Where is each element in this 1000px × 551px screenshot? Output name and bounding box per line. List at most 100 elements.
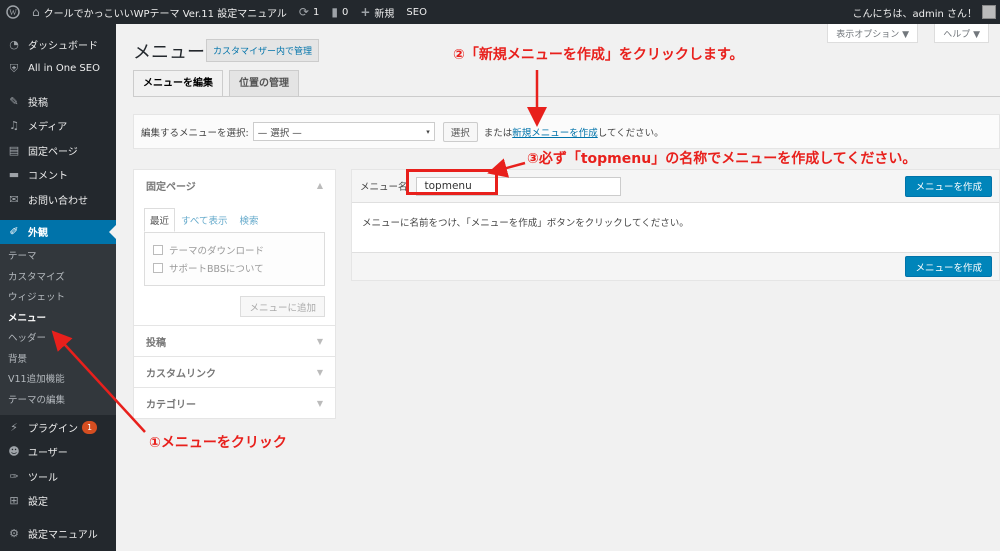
accordion-title: カスタムリンク <box>146 368 216 380</box>
submenu-item-header[interactable]: ヘッダー <box>0 329 116 350</box>
pages-list: テーマのダウンロード サポートBBSについて <box>144 232 325 286</box>
submenu-item-widgets[interactable]: ウィジェット <box>0 288 116 309</box>
tab-manage-locations[interactable]: 位置の管理 <box>229 70 299 96</box>
sidebar-item-posts[interactable]: ✎ 投稿 <box>0 89 116 114</box>
seo-label: SEO <box>406 6 427 18</box>
sidebar-item-label: 設定マニュアル <box>28 529 98 541</box>
sidebar-item-label: 固定ページ <box>28 146 78 158</box>
brush-icon: ✐ <box>9 225 19 239</box>
site-name-link[interactable]: ⌂ クールでかっこいいWPテーマ Ver.11 設定マニュアル <box>26 0 293 24</box>
accordion-title: カテゴリー <box>146 399 196 411</box>
admin-sidebar: ◔ ダッシュボード ⛨ All in One SEO ✎ 投稿 ♫ メディア ▤ 固定ペー… <box>0 24 116 551</box>
submenu-item-customize[interactable]: カスタマイズ <box>0 268 116 289</box>
page-checkbox[interactable] <box>153 263 163 273</box>
sidebar-item-label: プラグイン <box>28 423 78 435</box>
plus-icon: + <box>360 5 371 19</box>
wp-logo-icon[interactable]: W <box>0 0 26 24</box>
chevron-down-icon: ▼ <box>316 367 323 377</box>
submenu-item-themes[interactable]: テーマ <box>0 247 116 268</box>
appearance-submenu: テーマ カスタマイズ ウィジェット メニュー ヘッダー 背景 V11追加機能 テ… <box>0 244 116 415</box>
seo-link[interactable]: SEO <box>400 0 433 24</box>
accordion-title: 投稿 <box>146 337 166 349</box>
sidebar-item-aioseo[interactable]: ⛨ All in One SEO <box>0 57 116 82</box>
sidebar-item-label: ユーザー <box>28 448 68 460</box>
sidebar-item-label: 外観 <box>28 228 48 240</box>
list-item: テーマのダウンロード <box>153 241 316 259</box>
new-menu-link[interactable]: 新規メニューを作成 <box>512 125 598 139</box>
pin-icon: ✎ <box>9 94 19 108</box>
or-text: または <box>483 127 513 139</box>
sidebar-item-pages[interactable]: ▤ 固定ページ <box>0 138 116 163</box>
mail-icon: ✉ <box>9 192 19 206</box>
sidebar-item-users[interactable]: ☻ ユーザー <box>0 440 116 465</box>
tab-view-all[interactable]: すべて表示 <box>175 208 233 232</box>
sidebar-item-label: 設定 <box>28 497 48 509</box>
annotation-step2: ②「新規メニューを作成」をクリックします。 <box>453 47 744 63</box>
select-menu-label: 編集するメニューを選択: <box>141 127 249 139</box>
page-checkbox[interactable] <box>153 245 163 255</box>
nav-tabs: メニューを編集 位置の管理 <box>133 70 305 97</box>
create-menu-button-bottom[interactable]: メニューを作成 <box>905 256 992 277</box>
pages-inner-tabs: 最近 すべて表示 検索 <box>144 208 325 232</box>
updates-link[interactable]: ⟳ 1 <box>293 0 325 24</box>
sidebar-item-settings[interactable]: ⊞ 設定 <box>0 489 116 514</box>
dashboard-icon: ◔ <box>9 37 19 51</box>
sidebar-item-label: ダッシュボード <box>28 40 98 52</box>
avatar <box>982 5 996 19</box>
my-account[interactable]: こんにちは、admin さん！ <box>852 0 996 24</box>
plugin-icon: ⚡ <box>10 420 18 434</box>
wrench-icon: ✑ <box>9 469 19 483</box>
accordion-posts[interactable]: 投稿 ▼ <box>134 325 335 356</box>
sidebar-item-media[interactable]: ♫ メディア <box>0 114 116 139</box>
comment-bubble-icon: ▮ <box>331 5 338 19</box>
pages-panel: 最近 すべて表示 検索 テーマのダウンロード サポートBBSについて メニューに… <box>134 200 335 325</box>
admin-bar: W ⌂ クールでかっこいいWPテーマ Ver.11 設定マニュアル ⟳ 1 ▮ 0 +… <box>0 0 1000 24</box>
help-button[interactable]: ヘルプ ▼ <box>934 24 989 43</box>
menu-name-label: メニュー名 <box>360 182 408 193</box>
suffix-text: してください。 <box>597 127 664 139</box>
annotation-step3: ③必ず「topmenu」の名称でメニューを作成してください。 <box>527 151 917 167</box>
tab-search[interactable]: 検索 <box>233 208 264 232</box>
accordion-pages[interactable]: 固定ページ ▲ <box>134 169 335 200</box>
sidebar-item-comments[interactable]: ▬ コメント <box>0 163 116 188</box>
sidebar-item-contact[interactable]: ✉ お問い合わせ <box>0 187 116 212</box>
update-badge: 1 <box>82 420 98 434</box>
site-name: クールでかっこいいWPテーマ Ver.11 設定マニュアル <box>43 8 287 20</box>
sidebar-item-tools[interactable]: ✑ ツール <box>0 464 116 489</box>
comments-link[interactable]: ▮ 0 <box>325 0 354 24</box>
sidebar-item-appearance[interactable]: ✐ 外観 <box>0 219 116 244</box>
add-to-menu-button[interactable]: メニューに追加 <box>240 296 325 317</box>
tab-recent[interactable]: 最近 <box>144 208 176 232</box>
menu-select[interactable]: — 選択 — ▾ <box>252 122 435 141</box>
updates-count: 1 <box>312 6 320 18</box>
submenu-item-menus[interactable]: メニュー <box>0 309 116 330</box>
comment-icon: ▬ <box>8 168 20 182</box>
comments-count: 0 <box>341 6 349 18</box>
customizer-link[interactable]: カスタマイザー内で管理 <box>206 39 320 62</box>
svg-text:W: W <box>9 8 17 17</box>
chevron-down-icon: ▼ <box>316 398 323 408</box>
media-icon: ♫ <box>9 119 19 133</box>
tab-edit-menus[interactable]: メニューを編集 <box>133 70 223 97</box>
page-label: テーマのダウンロード <box>169 246 265 257</box>
submenu-item-theme-editor[interactable]: テーマの編集 <box>0 391 116 412</box>
refresh-icon: ⟳ <box>298 5 309 19</box>
accordion-custom-links[interactable]: カスタムリンク ▼ <box>134 356 335 387</box>
new-label: 新規 <box>374 8 395 20</box>
sidebar-item-label: お問い合わせ <box>28 195 88 207</box>
add-menu-items-panel: 固定ページ ▲ 最近 すべて表示 検索 テーマのダウンロード サポートBBSについ… <box>133 169 336 419</box>
manage-menus-box: 編集するメニューを選択: — 選択 — ▾ 選択 または 新規メニューを作成 して… <box>133 114 1000 149</box>
create-menu-button[interactable]: メニューを作成 <box>905 175 992 197</box>
screen-options-button[interactable]: 表示オプション ▼ <box>827 24 918 43</box>
select-button[interactable]: 選択 <box>442 121 478 142</box>
new-content-link[interactable]: + 新規 <box>354 0 400 24</box>
sidebar-item-manual[interactable]: ⚙ 設定マニュアル <box>0 521 116 546</box>
page-title: メニュー <box>133 42 205 62</box>
sidebar-item-label: コメント <box>28 171 68 183</box>
greeting: こんにちは、admin さん！ <box>852 8 977 20</box>
sidebar-item-plugins[interactable]: ⚡ プラグイン 1 <box>0 415 116 440</box>
accordion-categories[interactable]: カテゴリー ▼ <box>134 387 335 418</box>
submenu-item-background[interactable]: 背景 <box>0 350 116 371</box>
sidebar-item-dashboard[interactable]: ◔ ダッシュボード <box>0 32 116 57</box>
submenu-item-v11[interactable]: V11追加機能 <box>0 370 116 391</box>
